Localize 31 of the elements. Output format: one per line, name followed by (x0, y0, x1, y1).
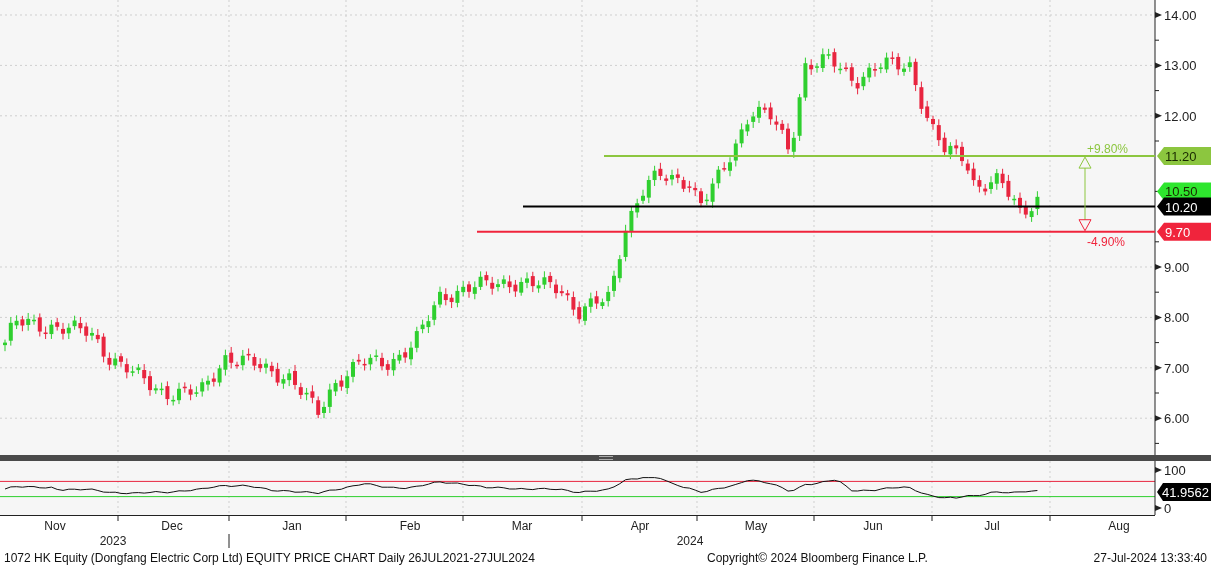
axis-label: 14.00 (1164, 8, 1197, 23)
copyright-text: Copyright© 2024 Bloomberg Finance L.P. (707, 551, 929, 565)
month-label: Jul (984, 519, 1000, 533)
axis-label: 6.00 (1164, 411, 1190, 427)
price-tag: 9.70 (1157, 222, 1211, 241)
month-label: Mar (511, 519, 533, 533)
level-line[interactable] (476, 230, 1156, 233)
percent-change-label: -4.90% (1087, 234, 1126, 249)
month-label: Nov (44, 519, 66, 533)
rsi-value-tag: 41.9562 (1157, 483, 1211, 502)
year-label: 2023 (99, 534, 127, 548)
chart-title: 1072 HK Equity (Dongfang Electric Corp Ltd) EQUITY PRICE CHART Daily 26JUL2021-27JUL2024 (4, 551, 536, 565)
axis-label: 7.00 (1164, 360, 1190, 376)
price-tag: 11.20 (1157, 147, 1211, 166)
axis-label: 12.00 (1164, 108, 1197, 124)
axis-label: 8.00 (1164, 310, 1190, 326)
month-label: Apr (630, 519, 650, 533)
percent-change-label: +9.80% (1087, 142, 1129, 157)
month-label: Feb (399, 519, 421, 533)
month-label: Dec (161, 519, 183, 533)
month-label: May (744, 519, 768, 533)
month-label: Jun (863, 519, 883, 533)
month-label: Jan (282, 519, 302, 533)
year-label: 2024 (676, 534, 704, 548)
axis-label: 13.00 (1164, 58, 1197, 74)
axis-label: 100 (1164, 463, 1186, 478)
axis-label: 9.00 (1164, 260, 1190, 275)
axis-label: 0 (1164, 501, 1172, 515)
month-label: Aug (1108, 519, 1130, 533)
timestamp: 27-Jul-2024 13:33:40 (1093, 551, 1207, 565)
level-line[interactable] (522, 205, 1156, 208)
